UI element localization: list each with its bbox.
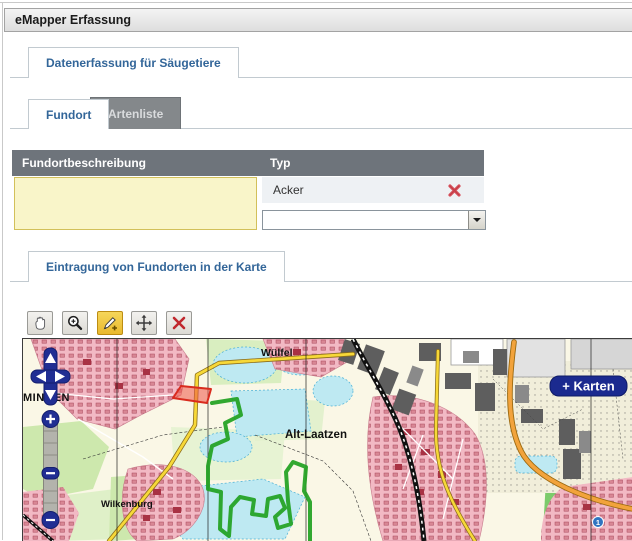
column-typ: Typ: [270, 156, 290, 170]
magnifier-plus-icon: [66, 314, 84, 332]
poi-badge-number: 1: [596, 518, 600, 527]
move-arrows-icon: [135, 314, 153, 332]
tab-datenerfassung-label: Datenerfassung für Säugetiere: [46, 56, 221, 70]
fundortbeschreibung-textarea[interactable]: [14, 177, 257, 230]
page-left-border: [2, 2, 3, 540]
window-titlebar: eMapper Erfassung: [4, 8, 632, 32]
typ-select-dropdown[interactable]: [262, 210, 486, 230]
column-fundortbeschreibung: Fundortbeschreibung: [22, 156, 146, 170]
layer-switcher-label: + Karten: [562, 379, 614, 394]
tab-datenerfassung[interactable]: Datenerfassung für Säugetiere: [28, 47, 239, 78]
tab-fundort[interactable]: Fundort: [28, 99, 109, 129]
delete-typ-button[interactable]: [447, 183, 462, 198]
label-wilkenburg: Wilkenburg: [101, 499, 153, 510]
table-row: Acker: [262, 177, 484, 203]
page-top-border: [0, 2, 632, 3]
delete-feature-tool-button[interactable]: [166, 311, 192, 335]
map-zoom-control: [42, 411, 59, 529]
red-x-icon: [447, 183, 462, 198]
label-alt-laatzen: Alt-Laatzen: [285, 429, 347, 441]
chevron-down-icon[interactable]: [468, 211, 485, 229]
red-x-icon: [170, 314, 188, 332]
page-title: eMapper Erfassung: [15, 13, 131, 27]
move-feature-tool-button[interactable]: [131, 311, 157, 335]
map-canvas[interactable]: HEMMINGEN Wülfel Alt-Laatzen Wilkenburg …: [22, 338, 632, 541]
layer-switcher-button[interactable]: + Karten: [550, 376, 627, 396]
tab-karteneintragung-label: Eintragung von Fundorten in der Karte: [46, 260, 267, 274]
tab-karteneintragung: Eintragung von Fundorten in der Karte: [28, 251, 285, 282]
draw-fundort-tool-button[interactable]: [97, 311, 123, 335]
pan-tool-button[interactable]: [27, 311, 53, 335]
poi-marker[interactable]: 1: [593, 517, 604, 528]
tab-artenliste-label: Artenliste: [108, 107, 163, 121]
hand-pan-icon: [31, 315, 49, 332]
table-header: Fundortbeschreibung Typ: [12, 150, 484, 176]
pencil-plus-icon: [101, 314, 119, 332]
label-wuelfel: Wülfel: [261, 347, 293, 359]
tab-fundort-label: Fundort: [46, 108, 91, 122]
zoom-in-tool-button[interactable]: [62, 311, 88, 335]
typ-value: Acker: [273, 183, 304, 197]
